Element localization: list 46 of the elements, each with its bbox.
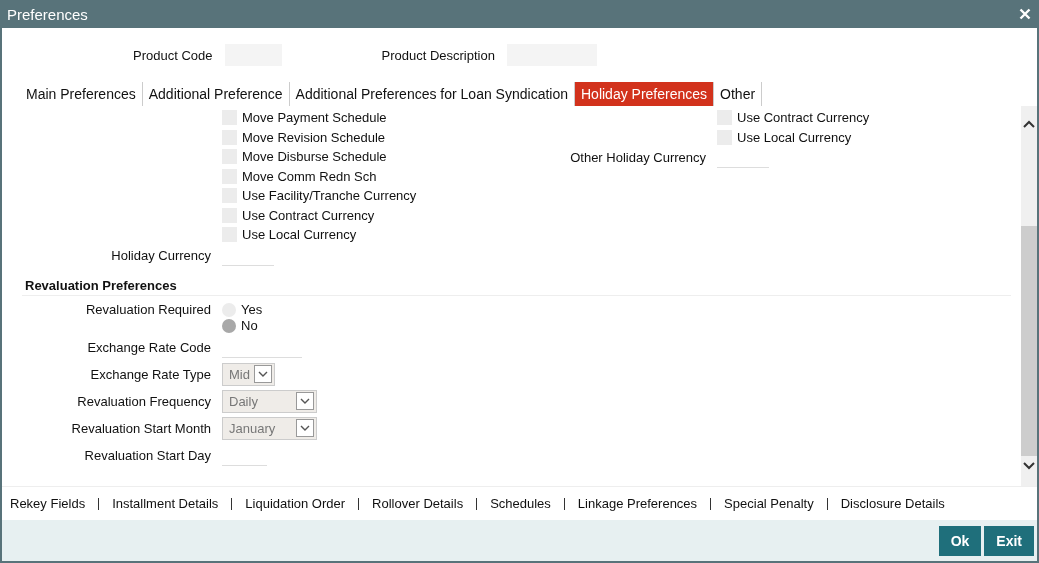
- dropdown[interactable]: January: [222, 416, 317, 440]
- section-title: Revaluation Preferences: [24, 277, 177, 293]
- link[interactable]: Disclosure Details: [840, 496, 945, 511]
- chevron-up-icon[interactable]: [1023, 120, 1035, 128]
- dropdown[interactable]: Daily: [222, 389, 317, 413]
- field-label: Revaluation Start Month: [70, 420, 211, 436]
- field-label: Holiday Currency: [110, 247, 211, 263]
- field-label: Product Code: [133, 47, 213, 63]
- field-label: Other Holiday Currency: [569, 150, 706, 165]
- chevron-down-icon[interactable]: [1023, 462, 1035, 470]
- checkbox-label: Use Contract Currency: [242, 207, 375, 223]
- radio-label: No: [241, 318, 258, 333]
- window-title: Preferences: [7, 5, 88, 23]
- checkbox-label: Move Payment Schedule: [242, 110, 387, 126]
- checkbox-label: Use Local Currency: [242, 227, 357, 243]
- link[interactable]: Rekey Fields: [10, 496, 86, 511]
- link[interactable]: Schedules: [490, 496, 551, 511]
- scrollbar[interactable]: [1021, 106, 1037, 486]
- checkbox-label: Use Local Currency: [737, 129, 852, 145]
- dropdown[interactable]: Mid: [222, 362, 275, 386]
- chevron-down-icon: [300, 425, 310, 431]
- tab[interactable]: Holiday Preferences: [575, 82, 715, 106]
- chevron-down-icon: [300, 398, 310, 404]
- link[interactable]: Linkage Preferences: [577, 496, 698, 511]
- link[interactable]: Rollover Details: [372, 496, 464, 511]
- radio-button[interactable]: [222, 318, 236, 333]
- radio-label: Yes: [241, 302, 263, 317]
- link[interactable]: Special Penalty: [724, 496, 814, 511]
- button[interactable]: Ok: [938, 525, 982, 556]
- checkbox-label: Use Contract Currency: [737, 110, 870, 126]
- checkbox-label: Move Disburse Schedule: [242, 149, 387, 165]
- chevron-down-icon: [258, 371, 268, 377]
- scrollbar-thumb[interactable]: [1021, 226, 1037, 456]
- field-label: Product Description: [381, 47, 495, 63]
- checkbox-label: Move Comm Redn Sch: [242, 168, 377, 184]
- field-label: Revaluation Required: [84, 300, 211, 317]
- checkbox-label: Move Revision Schedule: [242, 129, 386, 145]
- button[interactable]: Exit: [984, 525, 1034, 556]
- link[interactable]: Liquidation Order: [245, 496, 346, 511]
- field-label: Exchange Rate Code: [86, 339, 211, 355]
- field-label: Revaluation Frequency: [76, 393, 211, 409]
- field-label: Exchange Rate Type: [89, 366, 211, 382]
- checkbox-label: Use Facility/Tranche Currency: [242, 188, 417, 204]
- link[interactable]: Installment Details: [112, 496, 219, 511]
- field-label: Revaluation Start Day: [83, 447, 211, 463]
- close-icon[interactable]: [1019, 8, 1031, 20]
